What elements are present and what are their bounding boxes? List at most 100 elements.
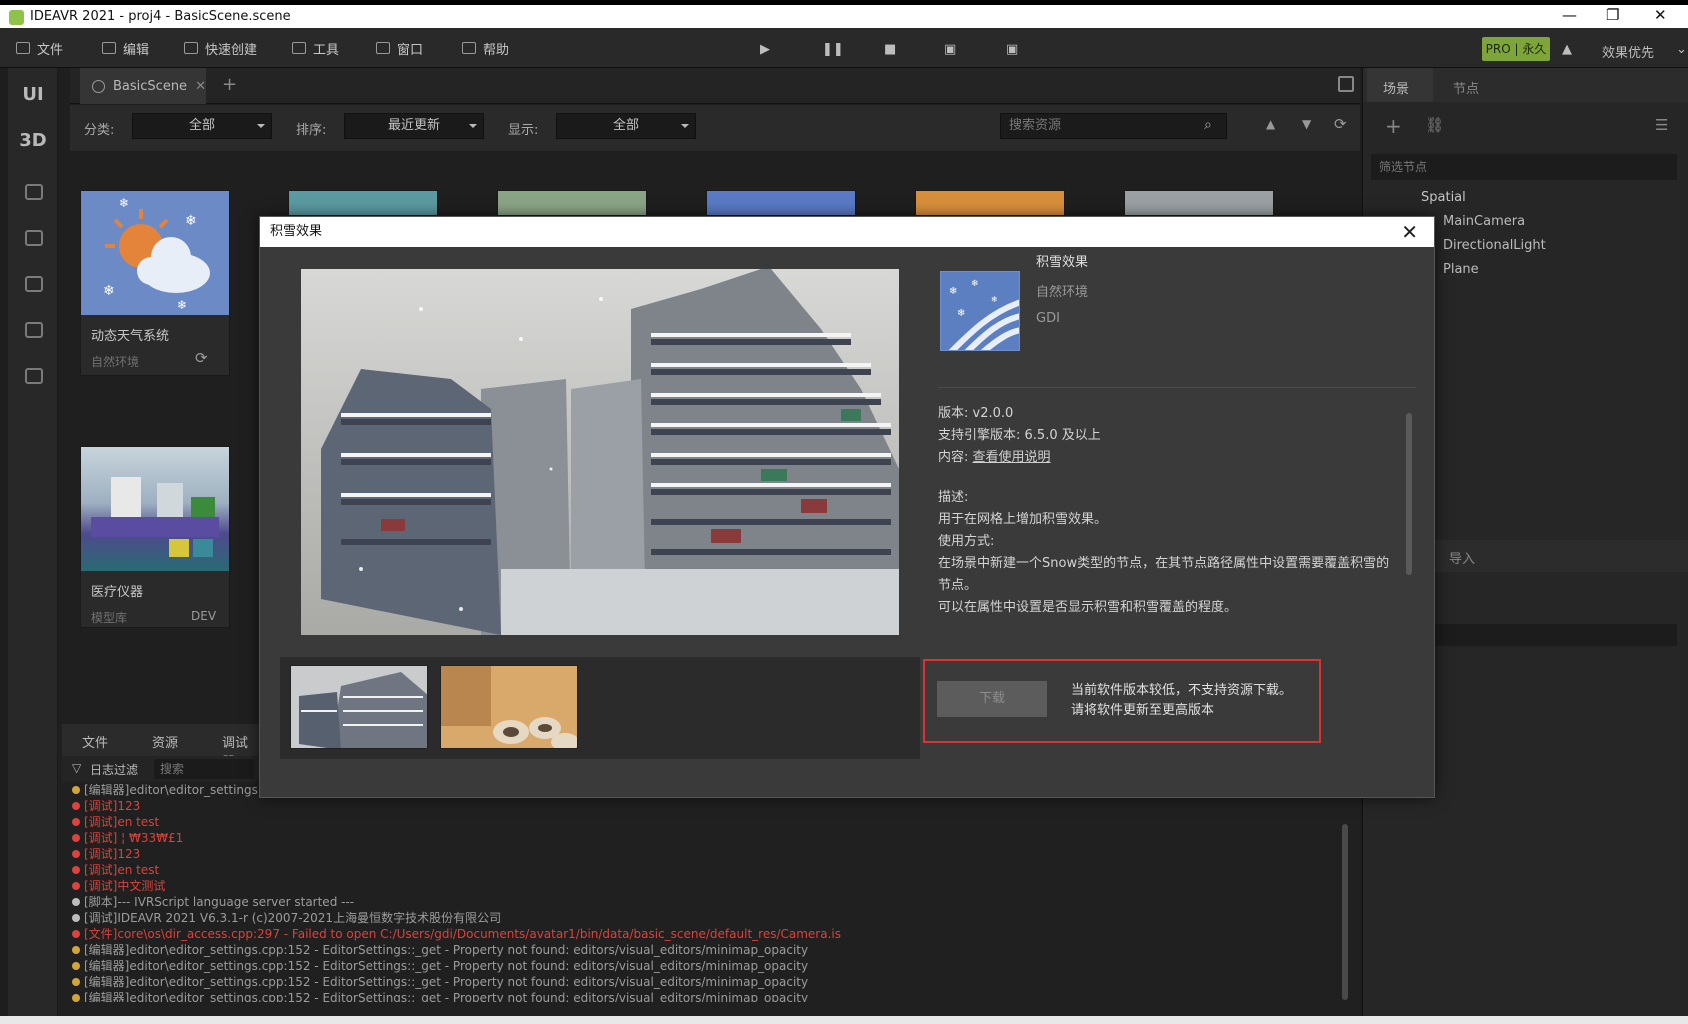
description-scrollbar[interactable] xyxy=(1406,413,1412,575)
node-filter-input[interactable]: 筛选节点 xyxy=(1371,154,1677,180)
asset-card[interactable] xyxy=(915,190,1065,216)
graduation-icon[interactable]: ▲ xyxy=(1562,42,1572,57)
dialog-close-icon[interactable]: ✕ xyxy=(1401,217,1418,247)
menu-file[interactable]: 文件 xyxy=(16,39,63,58)
engine-label: 支持引擎版本: xyxy=(938,428,1021,443)
log-line: [调试] ¦ ₩33₩£1 xyxy=(62,830,1342,846)
stop-icon[interactable]: ■ xyxy=(884,42,896,57)
scene-tab-bar: BasicScene ✕ + xyxy=(70,68,1360,104)
thumbnail-strip xyxy=(280,657,920,759)
device-icon[interactable] xyxy=(25,368,43,384)
tab-import[interactable]: 导入 xyxy=(1449,548,1475,567)
taskbar xyxy=(0,1016,1688,1024)
log-text: [调试] ¦ ₩33₩£1 xyxy=(84,831,184,845)
menu-help[interactable]: 帮助 xyxy=(462,39,509,58)
tree-node-maincamera[interactable]: MainCamera xyxy=(1443,214,1525,229)
tab-basicscene[interactable]: BasicScene ✕ xyxy=(80,68,206,104)
svg-text:❄: ❄ xyxy=(119,196,129,210)
log-scrollbar[interactable] xyxy=(1342,824,1348,1000)
graduation-cap-icon[interactable]: ▲ xyxy=(1266,117,1275,131)
asset-card[interactable] xyxy=(1124,190,1274,216)
update-hint: 请将软件更新至更高版本 xyxy=(1071,703,1215,718)
asset-icon: ❄ ❄ ❄ ❄ xyxy=(940,271,1020,351)
asset-category: 自然环境 xyxy=(91,355,140,369)
menu-tools[interactable]: 工具 xyxy=(292,39,339,58)
log-level-icon xyxy=(72,834,80,842)
log-text: [调试]中文测试 xyxy=(84,879,166,893)
preview-image xyxy=(301,269,899,635)
fullscreen-icon[interactable] xyxy=(1338,76,1354,92)
pause-icon[interactable]: ❚❚ xyxy=(822,42,844,57)
menu-icon[interactable]: ☰ xyxy=(1655,116,1668,134)
log-search-input[interactable]: 搜索 xyxy=(154,759,254,779)
tree-node-directionallight[interactable]: DirectionalLight xyxy=(1443,238,1546,253)
tree-node-spatial[interactable]: Spatial xyxy=(1421,190,1466,205)
asset-card[interactable] xyxy=(497,190,647,216)
log-line: [调试]123 xyxy=(62,798,1342,814)
link-icon[interactable]: ⛓ xyxy=(1425,116,1444,134)
category-select[interactable]: 全部 xyxy=(132,113,272,139)
tab-close-icon[interactable]: ✕ xyxy=(195,79,206,94)
add-node-icon[interactable]: + xyxy=(1385,114,1402,138)
asset-search-input[interactable]: 搜索资源 xyxy=(1000,113,1227,139)
category-label: 分类: xyxy=(84,123,115,138)
filter-icon[interactable]: ▼ xyxy=(1302,117,1311,131)
chevron-down-icon[interactable]: ⌄ xyxy=(1676,42,1687,57)
asset-card[interactable] xyxy=(288,190,438,216)
store-icon[interactable] xyxy=(25,230,43,246)
download-button[interactable]: 下载 xyxy=(937,681,1047,717)
version-value: v2.0.0 xyxy=(972,406,1014,421)
sort-label: 排序: xyxy=(296,123,327,138)
menu-quick-create[interactable]: 快速创建 xyxy=(184,39,257,58)
log-level-icon xyxy=(72,898,80,906)
dialog-title: 积雪效果 xyxy=(270,224,323,239)
tab-scene-label: 场景 xyxy=(1383,82,1410,97)
tree-node-plane[interactable]: Plane xyxy=(1443,262,1479,277)
asset-manager-icon[interactable] xyxy=(25,276,43,292)
3d-mode-button[interactable]: 3D xyxy=(8,130,58,151)
record-icon[interactable]: ▣ xyxy=(944,42,956,57)
log-line: [调试]中文测试 xyxy=(62,878,1342,894)
thumbnail-1[interactable] xyxy=(290,665,428,749)
asset-tag: DEV xyxy=(191,609,217,623)
asset-filter-bar: 分类: 全部 排序: 最近更新 显示: 全部 搜索资源 ⌕ ▲ ▼ ⟳ xyxy=(70,105,1360,151)
play-icon[interactable]: ▶ xyxy=(760,42,770,57)
record-alt-icon[interactable]: ▣ xyxy=(1006,42,1018,57)
tab-node[interactable]: 节点 xyxy=(1453,78,1479,97)
sync-icon[interactable]: ⟳ xyxy=(195,349,208,367)
tab-files[interactable]: 文件 xyxy=(82,732,108,751)
minimize-icon[interactable]: — xyxy=(1562,6,1577,24)
medical-equipment-image xyxy=(91,477,219,557)
asset-category: 自然环境 xyxy=(1036,285,1089,300)
asset-name: 医疗仪器 xyxy=(91,585,144,600)
window-icon xyxy=(292,42,306,54)
node-graph-icon[interactable] xyxy=(25,184,43,200)
log-level-icon xyxy=(72,850,80,858)
menu-window[interactable]: 窗口 xyxy=(376,39,423,58)
version-label: 版本: xyxy=(938,406,969,421)
add-tab-icon[interactable]: + xyxy=(222,74,237,95)
close-icon[interactable]: ✕ xyxy=(1654,6,1667,24)
ui-mode-button[interactable]: UI xyxy=(8,84,58,105)
asset-card[interactable] xyxy=(706,190,856,216)
restore-icon[interactable]: ❐ xyxy=(1606,6,1619,24)
tab-assets[interactable]: 资源 xyxy=(152,732,178,751)
engine-value: 6.5.0 及以上 xyxy=(1024,428,1101,443)
bottom-tab-bar: 文件 资源 调试器 xyxy=(62,724,260,770)
thumbnail-2[interactable] xyxy=(440,665,578,749)
usage-doc-link[interactable]: 查看使用说明 xyxy=(973,450,1051,465)
export-icon[interactable] xyxy=(25,322,43,338)
display-select[interactable]: 全部 xyxy=(556,113,696,139)
log-text: [编辑器]editor\editor_settings.cpp:152 - Ed… xyxy=(84,959,809,973)
search-icon[interactable]: ⌕ xyxy=(1204,117,1212,133)
asset-card[interactable]: ❄ ❄ ❄ ❄ 动态天气系统 自然环境 ⟳ xyxy=(80,190,230,376)
app-logo-icon xyxy=(9,10,24,25)
log-line: [脚本]--- IVRScript language server starte… xyxy=(62,894,1342,910)
pencil-icon xyxy=(184,42,198,54)
refresh-icon[interactable]: ⟳ xyxy=(1334,115,1347,133)
asset-card[interactable]: 医疗仪器 模型库 DEV xyxy=(80,446,230,628)
render-mode[interactable]: 效果优先 xyxy=(1602,42,1654,61)
sort-select[interactable]: 最近更新 xyxy=(344,113,484,139)
menu-edit[interactable]: 编辑 xyxy=(102,39,149,58)
title-bar: IDEAVR 2021 - proj4 - BasicScene.scene —… xyxy=(0,0,1688,28)
